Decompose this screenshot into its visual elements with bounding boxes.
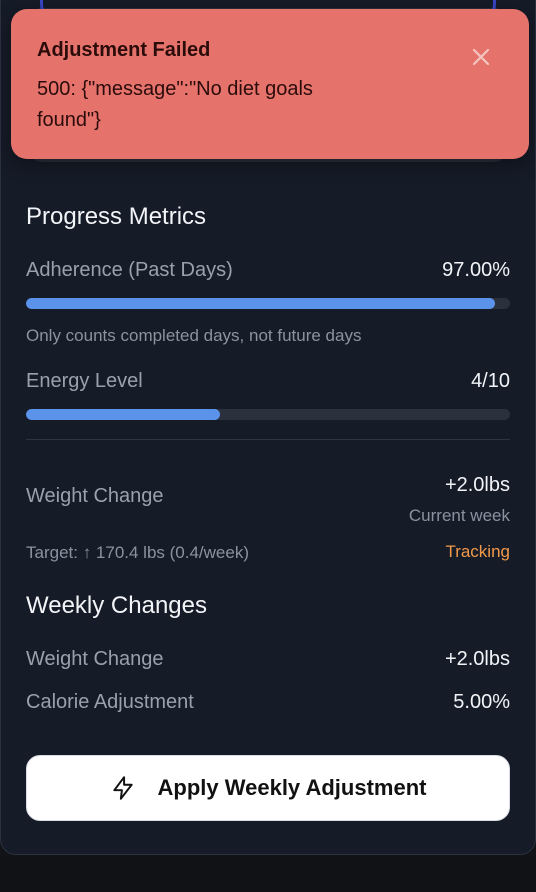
adherence-bar xyxy=(26,298,510,309)
error-toast: Adjustment Failed 500: {"message":"No di… xyxy=(11,9,529,159)
adherence-note: Only counts completed days, not future d… xyxy=(26,326,362,345)
weight-target: Target: ↑ 170.4 lbs (0.4/week) xyxy=(26,543,250,562)
adherence-label: Adherence (Past Days) xyxy=(26,259,233,281)
weekly-weight-change-value: +2.0lbs xyxy=(444,648,510,670)
weekly-weight-change-label: Weight Change xyxy=(26,648,164,670)
calorie-adjustment-value: 5.00% xyxy=(453,691,510,713)
weight-change-label: Weight Change xyxy=(26,485,164,507)
progress-metrics-heading: Progress Metrics xyxy=(26,203,207,230)
energy-value: 4/10 xyxy=(471,370,510,392)
energy-label: Energy Level xyxy=(26,370,143,392)
lightning-bolt-icon xyxy=(110,775,136,801)
calorie-adjustment-label: Calorie Adjustment xyxy=(26,691,194,713)
energy-bar xyxy=(26,409,510,420)
divider xyxy=(26,439,510,440)
close-icon[interactable] xyxy=(469,45,493,69)
weight-change-period: Current week xyxy=(408,506,510,525)
tracking-status: Tracking xyxy=(445,542,510,561)
apply-weekly-adjustment-button[interactable]: Apply Weekly Adjustment xyxy=(26,755,510,821)
weekly-changes-heading: Weekly Changes xyxy=(26,592,207,619)
energy-bar-fill xyxy=(26,409,220,420)
apply-button-label: Apply Weekly Adjustment xyxy=(157,775,427,800)
page: Adjustment Failed 500: {"message":"No di… xyxy=(0,0,536,892)
adherence-bar-fill xyxy=(26,298,496,309)
weight-change-value: +2.0lbs xyxy=(444,474,510,496)
bottom-bar xyxy=(0,856,536,892)
toast-message: 500: {"message":"No diet goals found"} xyxy=(37,78,313,131)
adherence-value: 97.00% xyxy=(442,259,510,281)
toast-title: Adjustment Failed xyxy=(37,39,211,61)
